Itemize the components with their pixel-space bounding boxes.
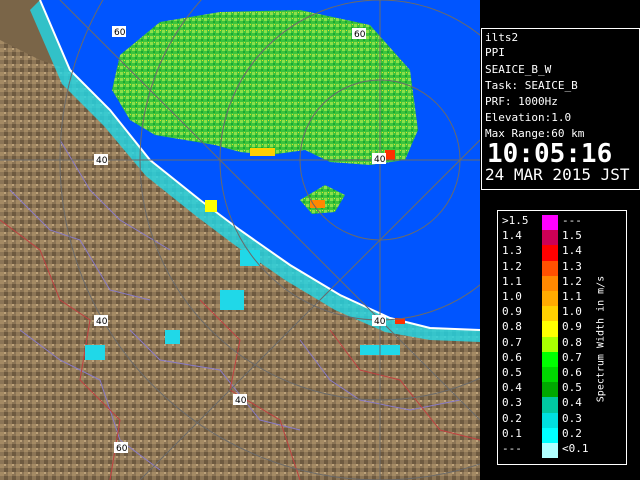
ring-label: 60 [116, 444, 128, 454]
legend-left-label: --- [502, 442, 522, 455]
scan-info-panel: ilts2 PPI SEAICE_B_W Task: SEAICE_B PRF:… [481, 28, 640, 190]
legend-swatch [542, 443, 558, 459]
ring-label: 60 [354, 30, 366, 40]
legend-swatch [542, 215, 558, 231]
legend-swatch [542, 336, 558, 352]
legend-right-label: 0.9 [562, 320, 582, 334]
legend-right-label: 1.2 [562, 274, 582, 288]
legend-left-label: 0.7 [502, 335, 522, 349]
scan-mode: PPI [485, 46, 505, 59]
ring-label: 40 [96, 156, 108, 166]
legend-right-label: 0.2 [562, 426, 582, 440]
legend-left-label: 0.9 [502, 305, 522, 319]
legend-left-label: >1.5 [502, 214, 529, 227]
legend-right-label: 1.1 [562, 290, 582, 303]
legend-right-label: 0.3 [562, 411, 582, 425]
radar-map-svg: 60 60 40 40 40 40 40 60 [0, 0, 480, 480]
legend-left-label: 1.1 [502, 274, 522, 288]
legend-swatch [542, 427, 558, 443]
site-name: ilts2 [485, 31, 519, 44]
legend-right-label: 0.7 [562, 350, 582, 364]
ring-label: 60 [114, 28, 126, 38]
legend-left-label: 1.0 [502, 290, 522, 303]
legend-swatch [542, 321, 558, 337]
scan-date: 24 MAR 2015 JST [485, 165, 630, 184]
legend-left-label: 0.2 [502, 411, 522, 425]
legend-right-label: 1.4 [562, 244, 582, 258]
legend-swatch [542, 260, 558, 276]
ring-label: 40 [96, 317, 108, 327]
ring-label: 40 [235, 396, 247, 406]
legend-right-label: 0.5 [562, 381, 582, 395]
legend-right-label: 1.5 [562, 229, 582, 243]
prf-value: PRF: 1000Hz [485, 95, 558, 108]
legend-swatch [542, 412, 558, 428]
radar-ppi-map[interactable]: 60 60 40 40 40 40 40 60 [0, 0, 480, 480]
task-name: Task: SEAICE_B [485, 79, 578, 92]
legend-right-label: --- [562, 214, 582, 227]
legend-left-label: 1.3 [502, 244, 522, 258]
legend-right-label: <0.1 [562, 442, 589, 455]
legend-left-label: 0.6 [502, 350, 522, 364]
color-scale-legend: >1.5 --- 1.4 1.5 1.3 1.4 1.2 1.3 1.1 1.2 1.0 1.1 0.9… [497, 210, 627, 465]
legend-right-label: 0.8 [562, 335, 582, 349]
elevation-value: Elevation:1.0 [485, 111, 572, 124]
legend-right-label: 0.4 [562, 396, 582, 410]
legend-left-label: 1.2 [502, 259, 522, 273]
legend-swatch [542, 230, 558, 246]
legend-left-label: 0.4 [502, 381, 522, 395]
legend-right-label: 1.0 [562, 305, 582, 319]
legend-swatch [542, 397, 558, 413]
legend-left-label: 0.5 [502, 366, 522, 379]
legend-swatch [542, 351, 558, 367]
ring-label: 40 [374, 317, 386, 327]
legend-swatch [542, 291, 558, 307]
legend-left-label: 0.8 [502, 320, 522, 334]
legend-left-label: 0.1 [502, 426, 522, 440]
legend-swatch [542, 275, 558, 291]
legend-swatch [542, 306, 558, 322]
legend-swatch [542, 245, 558, 261]
ring-label: 40 [374, 155, 386, 165]
legend-left-label: 1.4 [502, 229, 522, 243]
legend-right-label: 0.6 [562, 366, 582, 379]
scan-time: 10:05:16 [487, 139, 613, 169]
legend-right-label: 1.3 [562, 259, 582, 273]
scan-name: SEAICE_B_W [485, 63, 552, 76]
legend-left-label: 0.3 [502, 396, 522, 410]
legend-swatch [542, 382, 558, 398]
legend-title: Spectrum Width in m/s [595, 275, 607, 403]
legend-swatch [542, 367, 558, 383]
